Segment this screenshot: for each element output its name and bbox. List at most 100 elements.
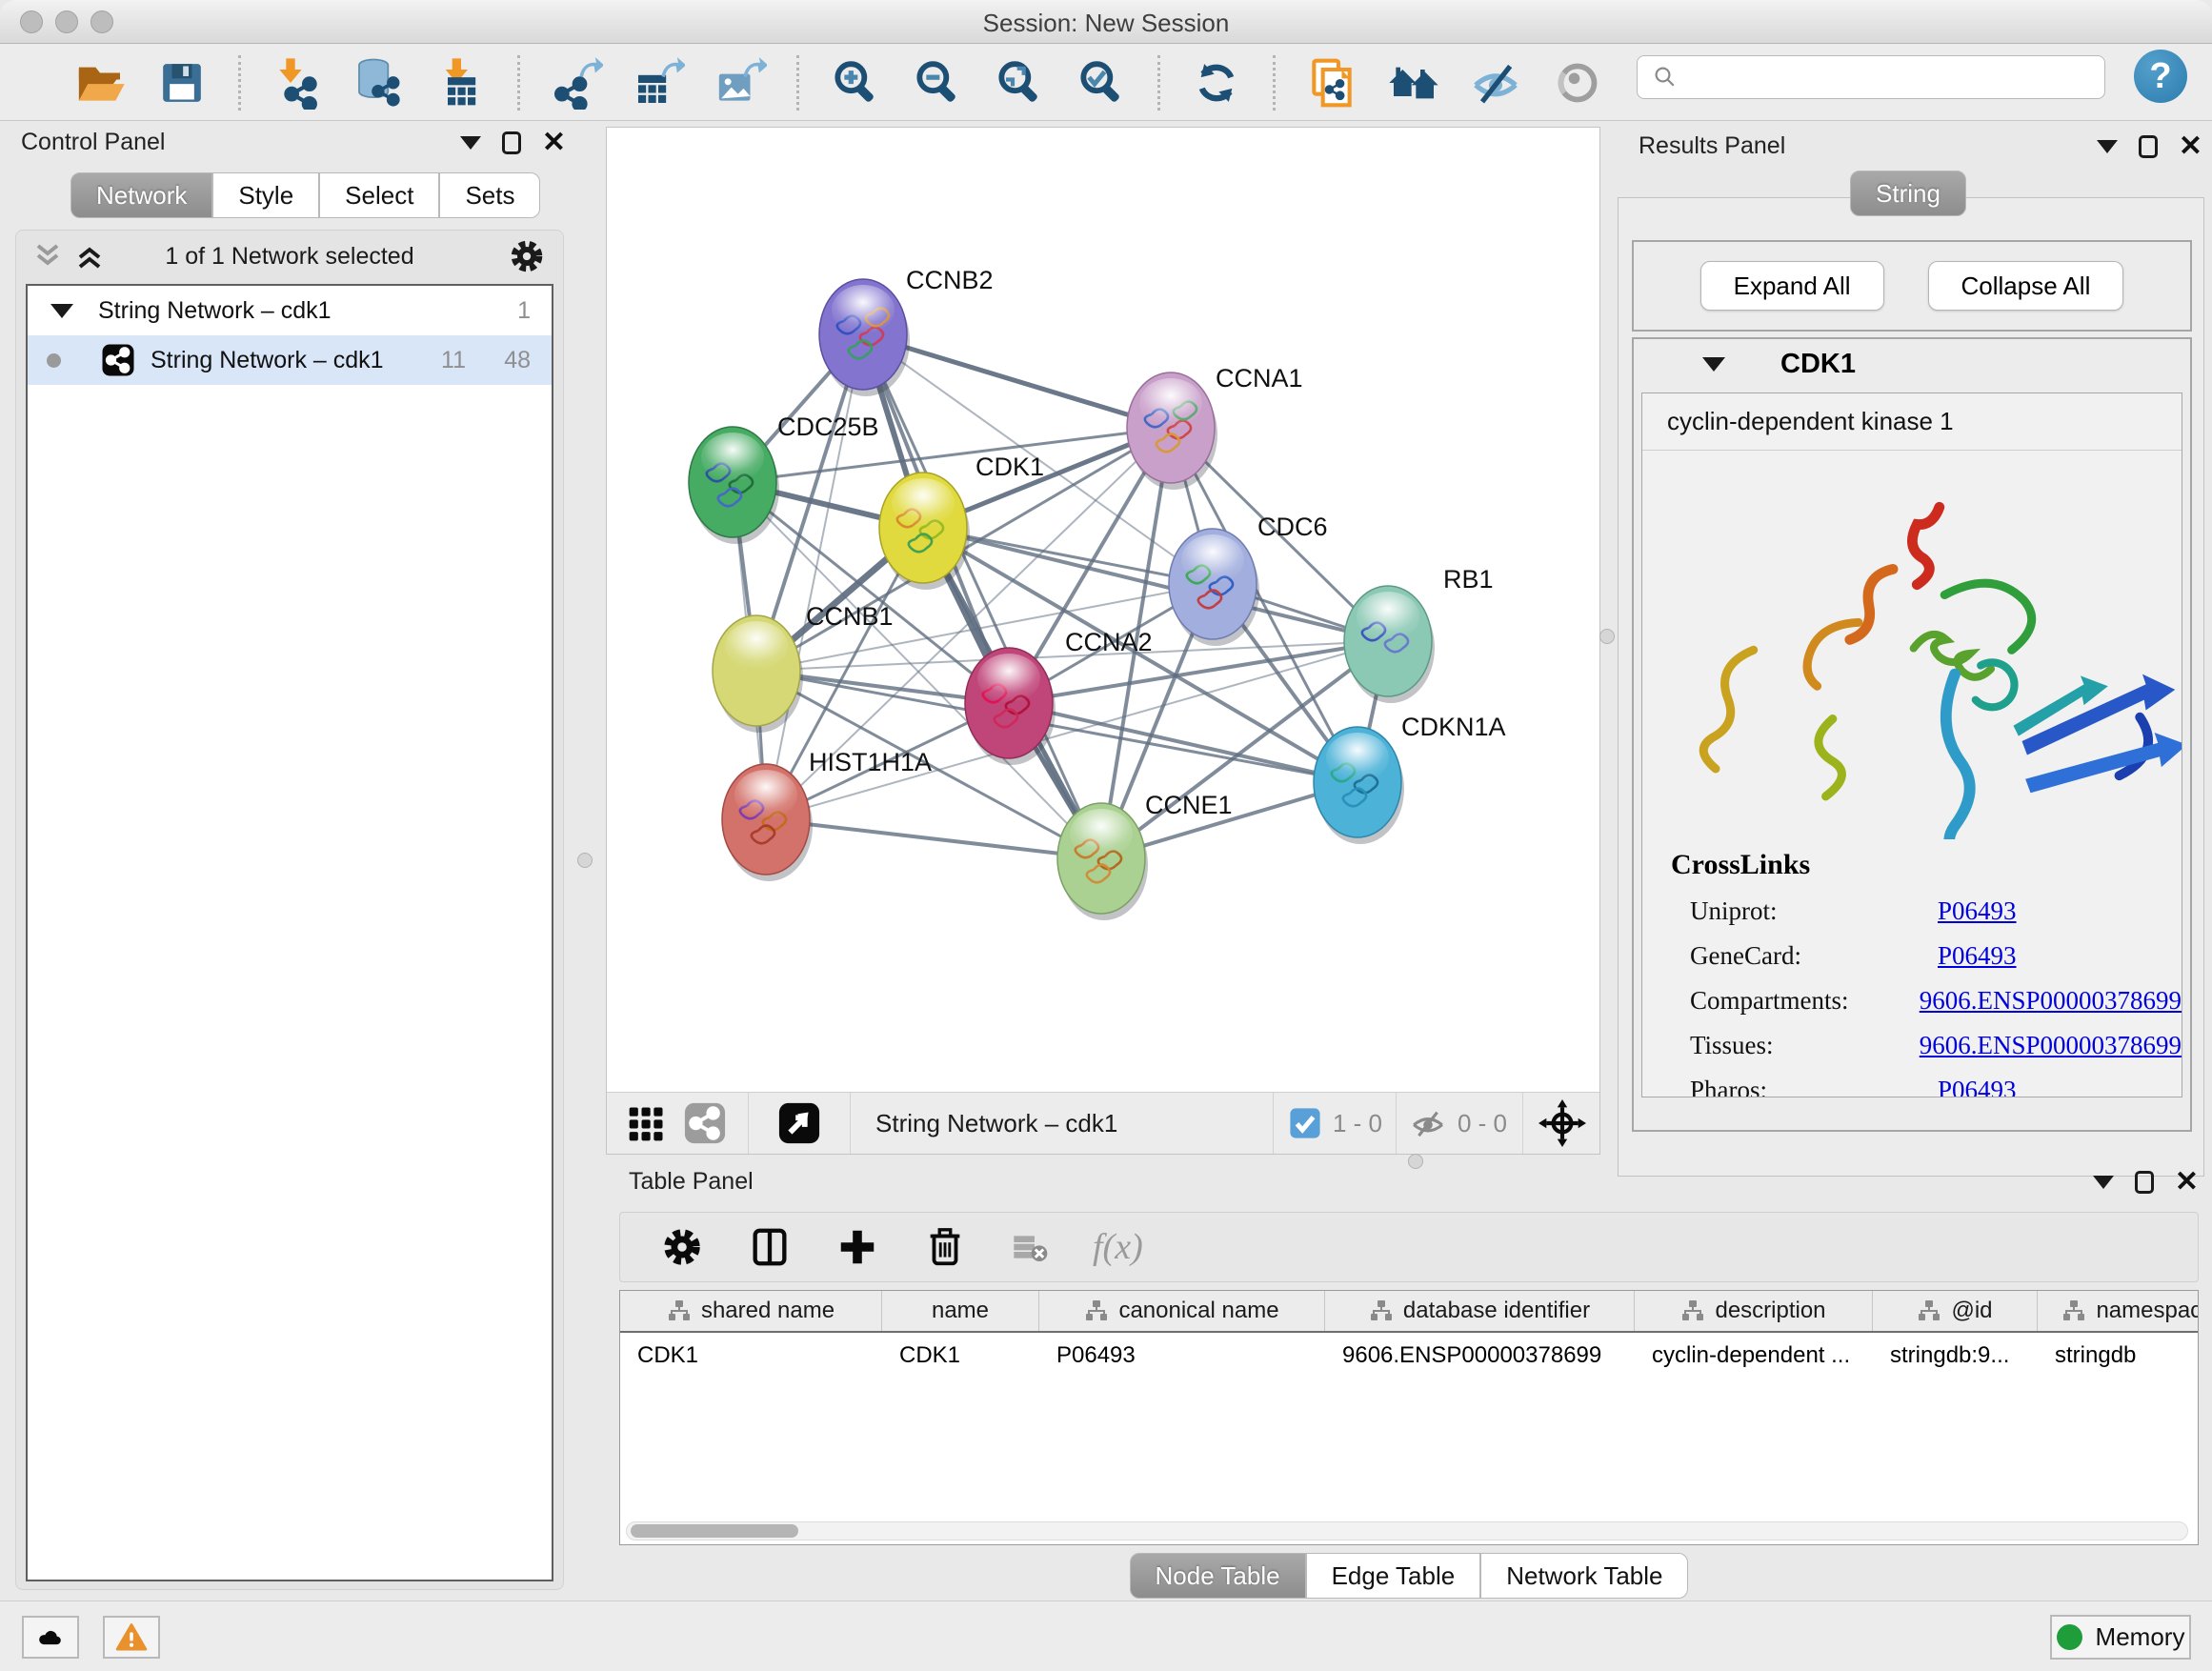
attribute-tree-icon — [1084, 1299, 1109, 1323]
import-table-button[interactable] — [420, 52, 502, 113]
tab-style[interactable]: Style — [212, 172, 319, 218]
crosshair-icon[interactable] — [1538, 1099, 1586, 1147]
tab-sets[interactable]: Sets — [439, 172, 540, 218]
open-session-button[interactable] — [59, 52, 141, 113]
control-panel-title: Control Panel — [21, 129, 165, 156]
export-network-button[interactable] — [535, 52, 617, 113]
node-HIST1H1A[interactable]: HIST1H1A — [722, 748, 932, 881]
table-row[interactable]: CDK1CDK1P064939606.ENSP00000378699cyclin… — [620, 1333, 2199, 1369]
select-columns-icon[interactable] — [748, 1225, 792, 1269]
column-header-database-identifier[interactable]: database identifier — [1325, 1291, 1635, 1331]
collapse-all-button[interactable]: Collapse All — [1928, 261, 2124, 311]
network-tree: String Network – cdk1 1 String Network –… — [26, 284, 553, 1581]
left-splitter-handle[interactable] — [577, 853, 593, 868]
save-session-button[interactable] — [141, 52, 223, 113]
node-label: HIST1H1A — [809, 748, 932, 776]
table-cell[interactable]: stringdb:9... — [1873, 1333, 2038, 1369]
network-collection-row[interactable]: String Network – cdk1 1 — [28, 286, 552, 335]
refresh-button[interactable] — [1176, 52, 1257, 113]
tab-edge-table[interactable]: Edge Table — [1306, 1553, 1481, 1599]
table-gear-icon[interactable] — [660, 1225, 704, 1269]
import-network-button[interactable] — [256, 52, 338, 113]
gene-expander-icon[interactable] — [1702, 357, 1725, 372]
node-RB1[interactable]: RB1 — [1344, 565, 1494, 703]
float-menu-icon[interactable] — [2093, 1176, 2114, 1189]
table-cell[interactable]: stringdb — [2038, 1333, 2199, 1369]
cloud-button[interactable] — [22, 1616, 79, 1659]
crosslink-link[interactable]: 9606.ENSP00000378699 — [1920, 1031, 2182, 1060]
table-panel: Table Panel ✕ — [606, 1164, 2212, 1601]
memory-button[interactable]: Memory — [2050, 1615, 2191, 1660]
edge-CCNB2-CCNE1[interactable] — [863, 334, 1101, 858]
zoom-selected-button[interactable] — [1060, 52, 1142, 113]
column-header-shared-name[interactable]: shared name — [620, 1291, 882, 1331]
undock-panel-icon[interactable] — [2139, 135, 2158, 158]
table-cell[interactable]: CDK1 — [882, 1333, 1039, 1369]
delete-column-icon[interactable] — [923, 1225, 967, 1269]
close-panel-icon[interactable]: ✕ — [2179, 135, 2202, 158]
string-home-button[interactable] — [1373, 52, 1455, 113]
edge-CCNB2-HIST1H1A[interactable] — [766, 334, 863, 819]
column-header-namespace[interactable]: namespace — [2038, 1291, 2199, 1331]
expand-all-button[interactable]: Expand All — [1700, 261, 1884, 311]
network-canvas[interactable]: CCNB2 CCNA1 CDC25B CDK1 CDC6 RB1 CCNB1 C… — [607, 128, 1599, 1092]
table-cell[interactable]: 9606.ENSP00000378699 — [1325, 1333, 1635, 1369]
network-row-selected[interactable]: String Network – cdk1 11 48 — [28, 335, 552, 385]
network-view-mode-icon[interactable] — [683, 1101, 727, 1145]
birdseye-view-icon[interactable] — [777, 1101, 821, 1145]
table-cell[interactable]: CDK1 — [620, 1333, 882, 1369]
duplicate-network-button[interactable] — [1291, 52, 1373, 113]
node-CDC6[interactable]: CDC6 — [1169, 513, 1328, 646]
float-menu-icon[interactable] — [460, 136, 481, 150]
help-button[interactable]: ? — [2134, 50, 2187, 103]
scrollbar-thumb[interactable] — [631, 1524, 798, 1538]
search-input[interactable] — [1679, 58, 2104, 96]
search-box[interactable] — [1637, 55, 2105, 99]
warning-button[interactable] — [103, 1616, 160, 1659]
node-CCNE1[interactable]: CCNE1 — [1057, 791, 1233, 920]
grid-view-icon[interactable] — [626, 1102, 668, 1144]
undock-panel-icon[interactable] — [502, 131, 521, 154]
table-cell[interactable]: cyclin-dependent ... — [1635, 1333, 1873, 1369]
close-panel-icon[interactable]: ✕ — [2175, 1171, 2199, 1194]
zoom-out-button[interactable] — [896, 52, 978, 113]
column-header-@id[interactable]: @id — [1873, 1291, 2038, 1331]
tab-string[interactable]: String — [1850, 171, 1966, 216]
add-column-icon[interactable] — [835, 1225, 879, 1269]
column-header-canonical-name[interactable]: canonical name — [1039, 1291, 1325, 1331]
column-header-description[interactable]: description — [1635, 1291, 1873, 1331]
selected-checkbox-icon[interactable] — [1289, 1107, 1321, 1139]
import-database-button[interactable] — [338, 52, 420, 113]
node-CCNB2[interactable]: CCNB2 — [819, 266, 994, 396]
column-header-name[interactable]: name — [882, 1291, 1039, 1331]
node-CDKN1A[interactable]: CDKN1A — [1314, 713, 1506, 844]
node-CCNB1[interactable]: CCNB1 — [713, 602, 894, 733]
show-all-button[interactable] — [1537, 52, 1619, 113]
edge-CDK1-RB1[interactable] — [923, 528, 1388, 641]
zoom-in-button[interactable] — [814, 52, 896, 113]
zoom-fit-button[interactable] — [978, 52, 1060, 113]
tab-network-table[interactable]: Network Table — [1480, 1553, 1688, 1599]
tab-node-table[interactable]: Node Table — [1130, 1553, 1306, 1599]
hide-selected-button[interactable] — [1455, 52, 1537, 113]
table-toolbar: f(x) — [619, 1212, 2199, 1282]
table-cell[interactable]: P06493 — [1039, 1333, 1325, 1369]
export-table-button[interactable] — [617, 52, 699, 113]
crosslink-link[interactable]: P06493 — [1938, 1076, 2017, 1097]
string-home-icon — [1387, 56, 1440, 110]
edge-CCNE1-HIST1H1A[interactable] — [766, 819, 1101, 858]
crosslink-link[interactable]: P06493 — [1938, 896, 2017, 926]
export-image-button[interactable] — [699, 52, 781, 113]
tab-network[interactable]: Network — [70, 172, 212, 218]
crosslink-link[interactable]: 9606.ENSP00000378699 — [1920, 986, 2182, 1016]
toolbar-group — [59, 52, 223, 113]
node-table[interactable]: shared namenamecanonical namedatabase id… — [619, 1290, 2199, 1545]
tab-select[interactable]: Select — [319, 172, 439, 218]
attribute-tree-icon — [1369, 1299, 1394, 1323]
undock-panel-icon[interactable] — [2135, 1171, 2154, 1194]
horizontal-scrollbar[interactable] — [626, 1521, 2188, 1540]
close-panel-icon[interactable]: ✕ — [542, 131, 566, 154]
float-menu-icon[interactable] — [2097, 140, 2118, 153]
collection-expander-icon[interactable] — [50, 304, 73, 318]
crosslink-link[interactable]: P06493 — [1938, 941, 2017, 971]
